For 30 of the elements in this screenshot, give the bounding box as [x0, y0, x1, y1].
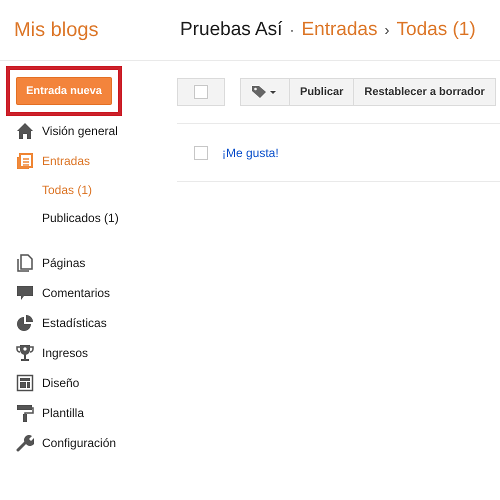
wrench-icon — [16, 434, 34, 452]
checkbox[interactable] — [194, 85, 208, 99]
nav-item[interactable]: Páginas — [0, 248, 177, 278]
nav-item[interactable]: Plantilla — [0, 398, 177, 428]
page-icon — [16, 254, 34, 272]
nav-subitem[interactable]: Publicados (1) — [0, 204, 177, 232]
nav-item[interactable]: Visión general — [0, 116, 177, 146]
label-dropdown-button[interactable] — [240, 78, 290, 106]
toolbar-button[interactable]: Restablecer a borrador — [354, 78, 496, 106]
breadcrumb-separator: › — [384, 22, 390, 38]
speech-bubble-icon — [16, 284, 34, 302]
documents-icon — [16, 152, 34, 170]
nav-item[interactable]: Diseño — [0, 368, 177, 398]
nav-item[interactable]: Estadísticas — [0, 308, 177, 338]
select-all-button[interactable] — [177, 78, 225, 106]
toolbar-button[interactable]: Publicar — [290, 78, 354, 106]
nav-item[interactable]: Configuración — [0, 428, 177, 458]
home-icon — [16, 122, 34, 140]
post-title-link[interactable]: ¡Me gusta! — [222, 146, 279, 160]
trophy-icon — [16, 344, 34, 362]
separator-dot: · — [289, 22, 294, 38]
paint-roller-icon — [16, 404, 34, 422]
tag-icon — [251, 85, 277, 99]
nav-item[interactable]: Ingresos — [0, 338, 177, 368]
blog-title: Pruebas Así — [180, 19, 282, 41]
pie-chart-icon — [16, 314, 34, 332]
layout-icon — [16, 374, 34, 392]
breadcrumb-current: Todas (1) — [396, 19, 476, 41]
nav-item[interactable]: Comentarios — [0, 278, 177, 308]
checkbox[interactable] — [194, 146, 208, 160]
